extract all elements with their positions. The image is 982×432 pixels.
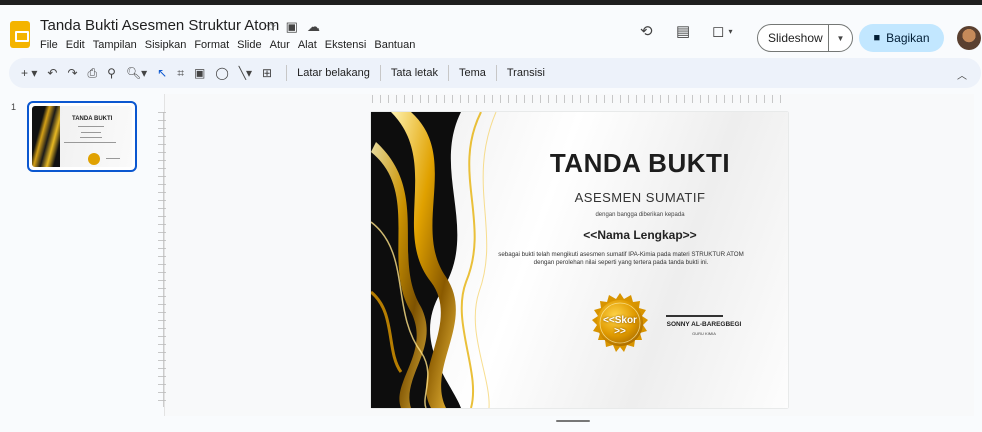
score-line-2: >> — [614, 326, 626, 337]
menu-extensions[interactable]: Ekstensi — [325, 39, 367, 51]
zoom-icon[interactable]: 🔍︎▾ — [126, 67, 147, 79]
horizontal-ruler — [372, 95, 788, 103]
share-button[interactable]: ■ Bagikan — [859, 24, 944, 52]
menu-help[interactable]: Bantuan — [374, 39, 415, 51]
star-icon[interactable]: ☆ — [265, 19, 277, 35]
signer-name[interactable]: SONNY AL-BAREGBEGI — [654, 321, 754, 328]
title-icons: ☆ ▣ ☁ — [265, 19, 320, 35]
new-slide-icon[interactable]: + ▾ — [21, 67, 37, 79]
menu-view[interactable]: Tampilan — [93, 39, 137, 51]
slide-thumbnail[interactable]: TANDA BUKTI — [27, 101, 137, 172]
share-label: Bagikan — [886, 31, 930, 45]
toolbar-divider — [286, 65, 288, 81]
editor-canvas[interactable]: TANDA BUKTI ASESMEN SUMATIF dengan bangg… — [150, 92, 982, 432]
paint-format-icon[interactable]: ⚲ — [107, 67, 116, 79]
thumbnail-text-line — [80, 137, 102, 138]
thumbnail-text-line — [78, 126, 104, 127]
menu-edit[interactable]: Edit — [66, 39, 85, 51]
slideshow-options-chevron-icon[interactable]: ▼ — [828, 25, 852, 51]
filmstrip: 1 TANDA BUKTI — [0, 92, 150, 432]
comment-add-icon[interactable]: ⊞ — [262, 67, 272, 79]
menu-tools[interactable]: Alat — [298, 39, 317, 51]
vertical-ruler — [158, 112, 166, 407]
move-folder-icon[interactable]: ▣ — [286, 19, 298, 35]
shape-icon[interactable]: ◯ — [215, 67, 228, 79]
image-icon[interactable]: ▣ — [194, 67, 205, 79]
toolbar-divider — [379, 65, 381, 81]
score-line-1: <<Skor — [603, 315, 637, 326]
thumbnail-seal — [88, 153, 100, 165]
toolbar: + ▾ ↶ ↷ ⎙ ⚲ 🔍︎▾ ↖ ⌗ ▣ ◯ ╲▾ ⊞ Latar belak… — [9, 58, 981, 88]
signature-line — [666, 315, 723, 317]
given-to-text[interactable]: dengan bangga diberikan kepada — [501, 212, 779, 218]
collapse-menu-chevron-up-icon[interactable]: ︿ — [957, 67, 967, 82]
header: Tanda Bukti Asesmen Struktur Atom ☆ ▣ ☁ … — [0, 5, 982, 57]
history-icon[interactable]: ⟲ — [640, 24, 653, 39]
slide-number: 1 — [11, 102, 17, 112]
undo-icon[interactable]: ↶ — [47, 67, 57, 79]
select-cursor-icon[interactable]: ↖ — [157, 67, 167, 79]
slide-subtitle[interactable]: ASESMEN SUMATIF — [501, 190, 779, 205]
menu-bar: File Edit Tampilan Sisipkan Format Slide… — [40, 39, 415, 51]
cloud-status-icon[interactable]: ☁ — [307, 19, 320, 35]
line-icon[interactable]: ╲▾ — [239, 67, 252, 79]
layout-button[interactable]: Tata letak — [385, 67, 444, 79]
body-line-2: dengan perolehan nilai seperti yang tert… — [533, 259, 709, 266]
body-line-1: sebagai bukti telah mengikuti asesmen su… — [498, 251, 744, 258]
redo-icon[interactable]: ↷ — [67, 67, 77, 79]
menu-format[interactable]: Format — [194, 39, 229, 51]
thumbnail-text-line — [81, 132, 101, 133]
slide-title[interactable]: TANDA BUKTI — [501, 148, 779, 179]
menu-file[interactable]: File — [40, 39, 58, 51]
transition-button[interactable]: Transisi — [501, 67, 551, 79]
toolbar-divider — [495, 65, 497, 81]
speaker-notes-drag-handle[interactable] — [556, 420, 590, 422]
menu-arrange[interactable]: Atur — [270, 39, 290, 51]
score-placeholder[interactable]: <<Skor >> — [589, 315, 651, 337]
thumbnail-title: TANDA BUKTI — [72, 116, 113, 122]
theme-button[interactable]: Tema — [453, 67, 492, 79]
slides-logo-icon[interactable] — [10, 21, 30, 48]
thumbnail-text-line — [64, 142, 116, 143]
text-box-icon[interactable]: ⌗ — [177, 67, 184, 79]
thumbnail-wave-graphic — [32, 106, 60, 167]
slideshow-label: Slideshow — [768, 31, 823, 45]
body-text[interactable]: sebagai bukti telah mengikuti asesmen su… — [471, 251, 771, 267]
meet-icon[interactable]: ◻ ▾ — [712, 24, 732, 39]
name-placeholder[interactable]: <<Nama Lengkap>> — [501, 228, 779, 242]
lock-icon: ■ — [873, 32, 881, 44]
background-button[interactable]: Latar belakang — [291, 67, 376, 79]
signer-role[interactable]: GURU KIMIA — [654, 331, 754, 336]
document-title[interactable]: Tanda Bukti Asesmen Struktur Atom — [40, 17, 279, 34]
menu-slide[interactable]: Slide — [237, 39, 261, 51]
print-icon[interactable]: ⎙ — [88, 67, 98, 79]
menu-insert[interactable]: Sisipkan — [145, 39, 187, 51]
toolbar-divider — [447, 65, 449, 81]
slide[interactable]: TANDA BUKTI ASESMEN SUMATIF dengan bangg… — [371, 112, 788, 408]
slideshow-button[interactable]: Slideshow ▼ — [757, 24, 853, 52]
comments-icon[interactable]: ▤ — [676, 24, 690, 39]
thumbnail-preview: TANDA BUKTI — [32, 106, 132, 167]
avatar[interactable] — [957, 26, 981, 50]
thumbnail-text-line — [106, 158, 120, 159]
